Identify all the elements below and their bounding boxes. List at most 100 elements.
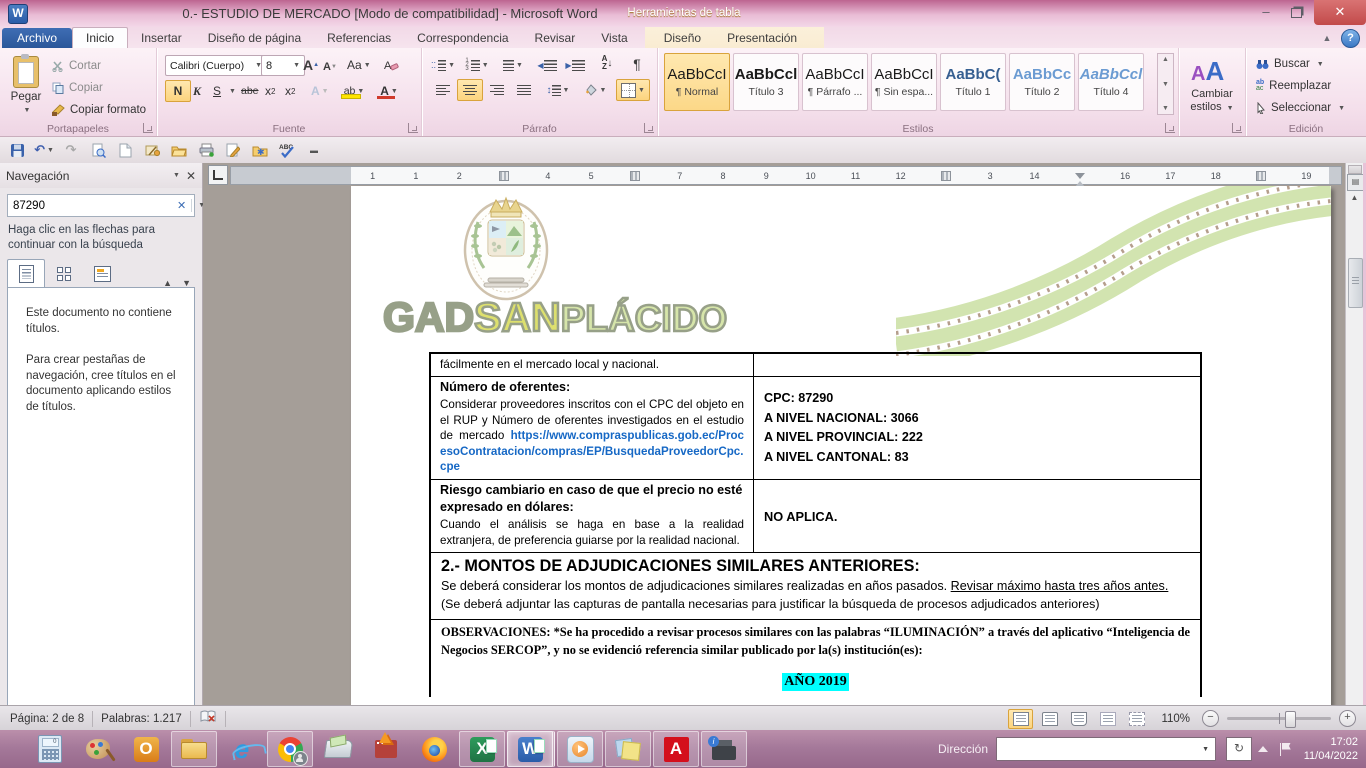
more-commands-icon[interactable]: ▬ [305, 141, 323, 159]
tab-correspondencia[interactable]: Correspondencia [404, 28, 521, 48]
tab-dise-o[interactable]: Diseño [651, 28, 714, 48]
pane-close-icon[interactable]: ✕ [186, 169, 196, 183]
taskbar-fax-scanner-icon[interactable] [315, 731, 361, 767]
copy-button[interactable]: Copiar [52, 78, 103, 98]
clipboard-dialog-launcher[interactable] [143, 123, 153, 133]
zoom-slider[interactable] [1227, 717, 1331, 720]
text-effects-button[interactable]: A▼ [307, 80, 333, 102]
borders-button[interactable]: ▼ [616, 79, 650, 101]
new-document-icon[interactable] [116, 141, 134, 159]
collapse-ribbon-icon[interactable]: ▲ [1319, 31, 1335, 46]
tab-inicio[interactable]: Inicio [72, 27, 128, 48]
minimize-button[interactable]: – [1252, 3, 1280, 22]
address-refresh-icon[interactable]: ↻ [1226, 737, 1252, 761]
tab-dise-o-de-p-gina[interactable]: Diseño de página [195, 28, 314, 48]
page-indicator[interactable]: Página: 2 de 8 [10, 713, 84, 725]
restore-button[interactable] [1282, 3, 1310, 22]
edit-document-icon[interactable] [224, 141, 242, 159]
browse-headings-tab[interactable] [7, 259, 45, 288]
justify-button[interactable] [511, 79, 537, 101]
sort-button[interactable]: AZ↓ [594, 52, 620, 74]
search-input[interactable] [8, 200, 172, 212]
change-case-button[interactable]: Aa▼ [343, 54, 375, 76]
shrink-font-button[interactable]: A▼ [319, 56, 341, 78]
style-título-2[interactable]: AaBbCcTítulo 2 [1009, 53, 1075, 111]
style-título-3[interactable]: AaBbCclTítulo 3 [733, 53, 799, 111]
superscript-button[interactable]: x2 [281, 80, 299, 102]
align-left-button[interactable] [430, 79, 456, 101]
scroll-up-icon[interactable]: ▲ [1348, 193, 1361, 202]
vertical-scrollbar[interactable]: ▤ ▲ [1345, 163, 1364, 705]
paste-button[interactable]: Pegar ▼ [6, 54, 46, 126]
show-marks-button[interactable]: ¶ [624, 53, 650, 75]
font-family-select[interactable]: Calibri (Cuerpo)▼ [165, 55, 267, 76]
attachment-icon[interactable] [143, 141, 161, 159]
align-center-button[interactable] [457, 79, 483, 101]
browse-results-tab[interactable] [83, 259, 121, 288]
zoom-out-icon[interactable]: − [1202, 710, 1219, 727]
bullets-button[interactable]: ⁚⁚▼ [430, 54, 456, 76]
style-título-4[interactable]: AaBbCclTítulo 4 [1078, 53, 1144, 111]
style-párrafo[interactable]: AaBbCcI¶ Párrafo ... [802, 53, 868, 111]
numbering-button[interactable]: 123▼ [464, 54, 490, 76]
spelling-grammar-icon[interactable]: ABC [278, 141, 296, 159]
tab-referencias[interactable]: Referencias [314, 28, 404, 48]
style-título-1[interactable]: AaBbC(Título 1 [940, 53, 1006, 111]
draft-view-icon[interactable] [1124, 709, 1149, 729]
redo-icon[interactable]: ↷ [62, 141, 80, 159]
font-dialog-launcher[interactable] [408, 123, 418, 133]
save-icon[interactable] [8, 141, 26, 159]
styles-gallery-scroll[interactable]: ▲▼▼ [1157, 53, 1174, 115]
tab-revisar[interactable]: Revisar [522, 28, 589, 48]
outline-view-icon[interactable] [1095, 709, 1120, 729]
close-button[interactable]: ✕ [1314, 0, 1366, 25]
select-button[interactable]: Seleccionar▼ [1256, 98, 1345, 118]
highlight-color-button[interactable]: ab▼ [337, 80, 371, 102]
font-color-button[interactable]: A▼ [373, 80, 405, 102]
taskbar-calculator-icon[interactable] [27, 731, 73, 767]
clear-search-icon[interactable]: ✕ [172, 199, 192, 212]
address-input[interactable] [997, 743, 1194, 755]
replace-button[interactable]: abac Reemplazar [1256, 76, 1331, 96]
change-styles-button[interactable]: Cambiarestilos ▼ [1179, 88, 1245, 115]
zoom-level[interactable]: 110% [1161, 713, 1190, 725]
horizontal-ruler[interactable]: 1124578910111231416171819 [230, 166, 1342, 185]
folder-favorites-icon[interactable]: ✱ [251, 141, 269, 159]
print-preview-icon[interactable] [89, 141, 107, 159]
strikethrough-button[interactable]: abe [237, 80, 263, 102]
taskbar-firefox-icon[interactable] [411, 731, 457, 767]
clear-formatting-button[interactable]: A [379, 54, 403, 76]
increase-indent-button[interactable]: ▶ [562, 54, 588, 76]
taskbar-sticky-notes-icon[interactable] [605, 731, 651, 767]
web-layout-view-icon[interactable] [1066, 709, 1091, 729]
taskbar-word-icon[interactable]: W [507, 731, 555, 767]
address-dropdown-icon[interactable]: ▼ [1196, 746, 1215, 753]
italic-button[interactable]: K [189, 80, 205, 102]
open-folder-icon[interactable] [170, 141, 188, 159]
scrollbar-thumb[interactable] [1348, 258, 1363, 308]
taskbar-paint-icon[interactable] [75, 731, 121, 767]
taskbar-printer-tool-icon[interactable] [701, 731, 747, 767]
multilevel-list-button[interactable]: ▼ [500, 54, 526, 76]
tab-presentaci-n[interactable]: Presentación [714, 28, 810, 48]
zoom-in-icon[interactable]: + [1339, 710, 1356, 727]
tab-insertar[interactable]: Insertar [128, 28, 195, 48]
document-page[interactable]: GADSANPLÁCIDO fácilmente en el mercado l… [351, 186, 1331, 705]
styles-dialog-launcher[interactable] [1165, 123, 1175, 133]
taskbar-chrome-icon[interactable] [267, 731, 313, 767]
zoom-slider-thumb[interactable] [1285, 711, 1296, 728]
tab-vista[interactable]: Vista [588, 28, 640, 48]
taskbar-media-player-icon[interactable] [557, 731, 603, 767]
taskbar-autocad-icon[interactable]: A [653, 731, 699, 767]
paragraph-dialog-launcher[interactable] [644, 123, 654, 133]
decrease-indent-button[interactable]: ◀ [534, 54, 560, 76]
pane-options-icon[interactable]: ▼ [173, 172, 180, 179]
change-styles-dialog-launcher[interactable] [1232, 123, 1242, 133]
proofing-status-icon[interactable] [199, 710, 217, 727]
print-layout-view-icon[interactable] [1008, 709, 1033, 729]
style-sin-espa[interactable]: AaBbCcI¶ Sin espa... [871, 53, 937, 111]
taskbar-outlook-icon[interactable]: O [123, 731, 169, 767]
line-spacing-button[interactable]: ↕▼ [542, 79, 574, 101]
format-painter-button[interactable]: Copiar formato [52, 100, 146, 120]
taskbar-video-burner-icon[interactable] [363, 731, 409, 767]
